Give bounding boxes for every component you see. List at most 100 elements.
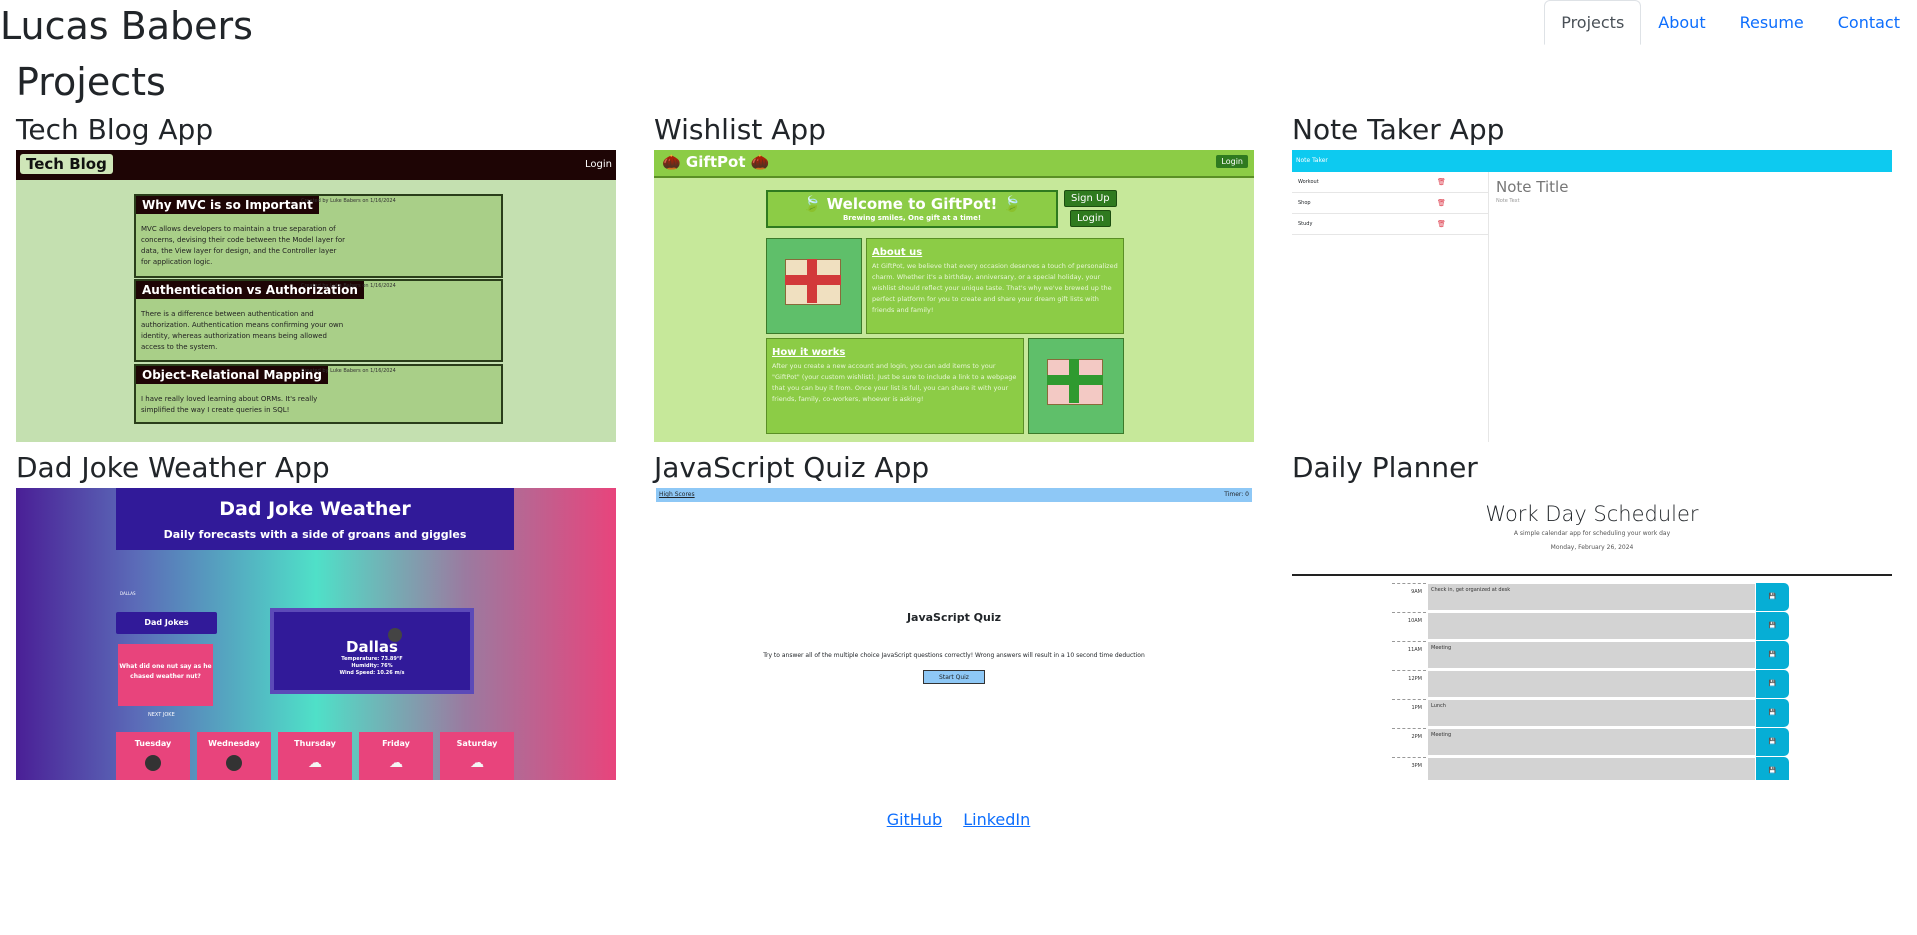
about-title: About us: [872, 247, 923, 258]
preview-welcome-banner: 🍃 Welcome to GiftPot! 🍃 Brewing smiles, …: [766, 190, 1058, 228]
forecast-day: Wednesday: [197, 732, 271, 780]
preview-how-box: How it works After you create a new acco…: [766, 338, 1024, 434]
trash-icon: 🗑: [1437, 220, 1446, 228]
post-body: MVC allows developers to maintain a true…: [141, 225, 346, 266]
nav-resume[interactable]: Resume: [1723, 0, 1821, 45]
time-block: 9AM Check in, get organized at desk 💾: [1392, 583, 1789, 611]
preview-brand: Tech Blog: [20, 154, 113, 174]
start-quiz-button: Start Quiz: [923, 670, 985, 684]
save-icon: 💾: [1756, 728, 1789, 756]
nav-about[interactable]: About: [1641, 0, 1722, 45]
project-card-quiz: JavaScript Quiz App High Scores Timer: 0…: [654, 448, 1254, 780]
save-icon: 💾: [1756, 612, 1789, 640]
cloud-icon: ☁: [308, 755, 322, 771]
project-title: Note Taker App: [1292, 113, 1505, 146]
time-block: 2PM Meeting 💾: [1392, 728, 1789, 756]
quiz-heading: JavaScript Quiz: [906, 611, 1002, 624]
project-card-weather: Dad Joke Weather App Dad Joke Weather Da…: [16, 448, 616, 780]
gift-image: [766, 238, 862, 334]
about-body: At GiftPot, we believe that every occasi…: [872, 262, 1118, 314]
note-text: Note Text: [1496, 198, 1520, 204]
preview-brand: 🌰 GiftPot 🌰: [662, 153, 770, 171]
welcome-tagline: Brewing smiles, One gift at a time!: [842, 214, 982, 222]
nav-contact[interactable]: Contact: [1821, 0, 1917, 45]
nav-projects[interactable]: Projects: [1544, 0, 1642, 45]
preview-jokes-button: Dad Jokes: [116, 612, 217, 634]
forecast-day: Friday ☁: [359, 732, 433, 780]
post-meta: Created by Luke Babers on 1/16/2024: [301, 198, 396, 204]
preview-login-button: Login: [1070, 210, 1111, 227]
github-link[interactable]: GitHub: [887, 810, 942, 829]
preview-login: Login: [1216, 155, 1248, 168]
time-block: 12PM 💾: [1392, 670, 1789, 698]
project-card-planner: Daily Planner Work Day Scheduler A simpl…: [1292, 448, 1892, 780]
high-scores-link: High Scores: [659, 491, 695, 498]
project-screenshot[interactable]: Tech Blog Login Why MVC is so Important …: [16, 150, 616, 442]
linkedin-link[interactable]: LinkedIn: [963, 810, 1030, 829]
divider: [1292, 574, 1892, 576]
preview-note-list: Workout 🗑 Shop 🗑 Study 🗑: [1292, 172, 1489, 442]
list-item: Shop 🗑: [1292, 193, 1488, 214]
post-meta: Created by Luke Babers on 1/16/2024: [301, 368, 396, 374]
cloud-icon: ☁: [389, 755, 403, 771]
save-icon: 💾: [1756, 583, 1789, 611]
project-screenshot[interactable]: Work Day Scheduler A simple calendar app…: [1292, 488, 1892, 780]
preview-topbar: High Scores Timer: 0: [656, 488, 1252, 502]
project-card-tech-blog: Tech Blog App Tech Blog Login Why MVC is…: [16, 110, 616, 442]
moon-icon: [226, 755, 242, 771]
city-name: Dallas: [346, 638, 398, 656]
timer: Timer: 0: [1224, 491, 1249, 498]
time-block: 10AM 💾: [1392, 612, 1789, 640]
moon-icon: [388, 628, 402, 642]
project-card-wishlist: Wishlist App 🌰 GiftPot 🌰 Login 🍃 Welcome…: [654, 110, 1254, 442]
project-screenshot[interactable]: High Scores Timer: 0 JavaScript Quiz Try…: [654, 488, 1254, 780]
welcome-heading: 🍃 Welcome to GiftPot! 🍃: [802, 195, 1022, 213]
save-icon: 💾: [1756, 699, 1789, 727]
city-humidity: Humidity: 76%: [351, 663, 393, 669]
preview-login: Login: [585, 159, 612, 170]
forecast-day: Tuesday: [116, 732, 190, 780]
post-title: Why MVC is so Important: [136, 196, 319, 214]
post-body: I have really loved learning about ORMs.…: [141, 395, 318, 414]
forecast-day: Thursday ☁: [278, 732, 352, 780]
how-body: After you create a new account and login…: [772, 362, 1017, 403]
project-title: Daily Planner: [1292, 451, 1478, 484]
preview-navbar: 🌰 GiftPot 🌰 Login: [654, 150, 1254, 178]
preview-post: Authentication vs Authorization Created …: [134, 279, 503, 362]
footer: GitHub LinkedIn: [0, 810, 1917, 829]
project-screenshot[interactable]: 🌰 GiftPot 🌰 Login 🍃 Welcome to GiftPot! …: [654, 150, 1254, 442]
save-icon: 💾: [1756, 670, 1789, 698]
project-screenshot[interactable]: Note Taker Workout 🗑 Shop 🗑 Study 🗑 Note Ti…: [1292, 150, 1892, 442]
save-icon: 💾: [1756, 641, 1789, 669]
preview-post: Why MVC is so Important Created by Luke …: [134, 194, 503, 278]
trash-icon: 🗑: [1437, 199, 1446, 207]
project-title: Tech Blog App: [16, 113, 214, 146]
city-wind: Wind Speed: 10.26 m/s: [339, 670, 405, 676]
forecast-day: Saturday ☁: [440, 732, 514, 780]
list-item: Workout 🗑: [1292, 172, 1488, 193]
post-meta: Created by Luke Babers on 1/16/2024: [301, 283, 396, 289]
gift-image: [1028, 338, 1124, 434]
planner-date: Monday, February 26, 2024: [1550, 544, 1634, 551]
next-joke-label: NEXT JOKE: [148, 712, 175, 718]
time-block: 3PM 💾: [1392, 757, 1789, 780]
preview-navbar: Note Taker: [1292, 150, 1892, 172]
project-title: JavaScript Quiz App: [654, 451, 930, 484]
preview-joke-card: What did one nut say as he chased weathe…: [118, 644, 213, 706]
post-title: Object-Relational Mapping: [136, 366, 328, 384]
post-body: There is a difference between authentica…: [141, 310, 344, 351]
cloud-icon: ☁: [470, 755, 484, 771]
site-title: Lucas Babers: [0, 4, 253, 48]
preview-signup-button: Sign Up: [1064, 190, 1117, 207]
project-title: Dad Joke Weather App: [16, 451, 330, 484]
weather-subheading: Daily forecasts with a side of groans an…: [163, 528, 467, 541]
quiz-description: Try to answer all of the multiple choice…: [763, 652, 1145, 659]
preview-about-box: About us At GiftPot, we believe that eve…: [866, 238, 1124, 334]
city-temp: Temperature: 73.89°F: [341, 656, 403, 662]
preview-navbar: Tech Blog Login: [16, 150, 616, 180]
page-title: Projects: [16, 60, 166, 104]
project-screenshot[interactable]: Dad Joke Weather Daily forecasts with a …: [16, 488, 616, 780]
project-title: Wishlist App: [654, 113, 826, 146]
moon-icon: [145, 755, 161, 771]
time-block: 11AM Meeting 💾: [1392, 641, 1789, 669]
